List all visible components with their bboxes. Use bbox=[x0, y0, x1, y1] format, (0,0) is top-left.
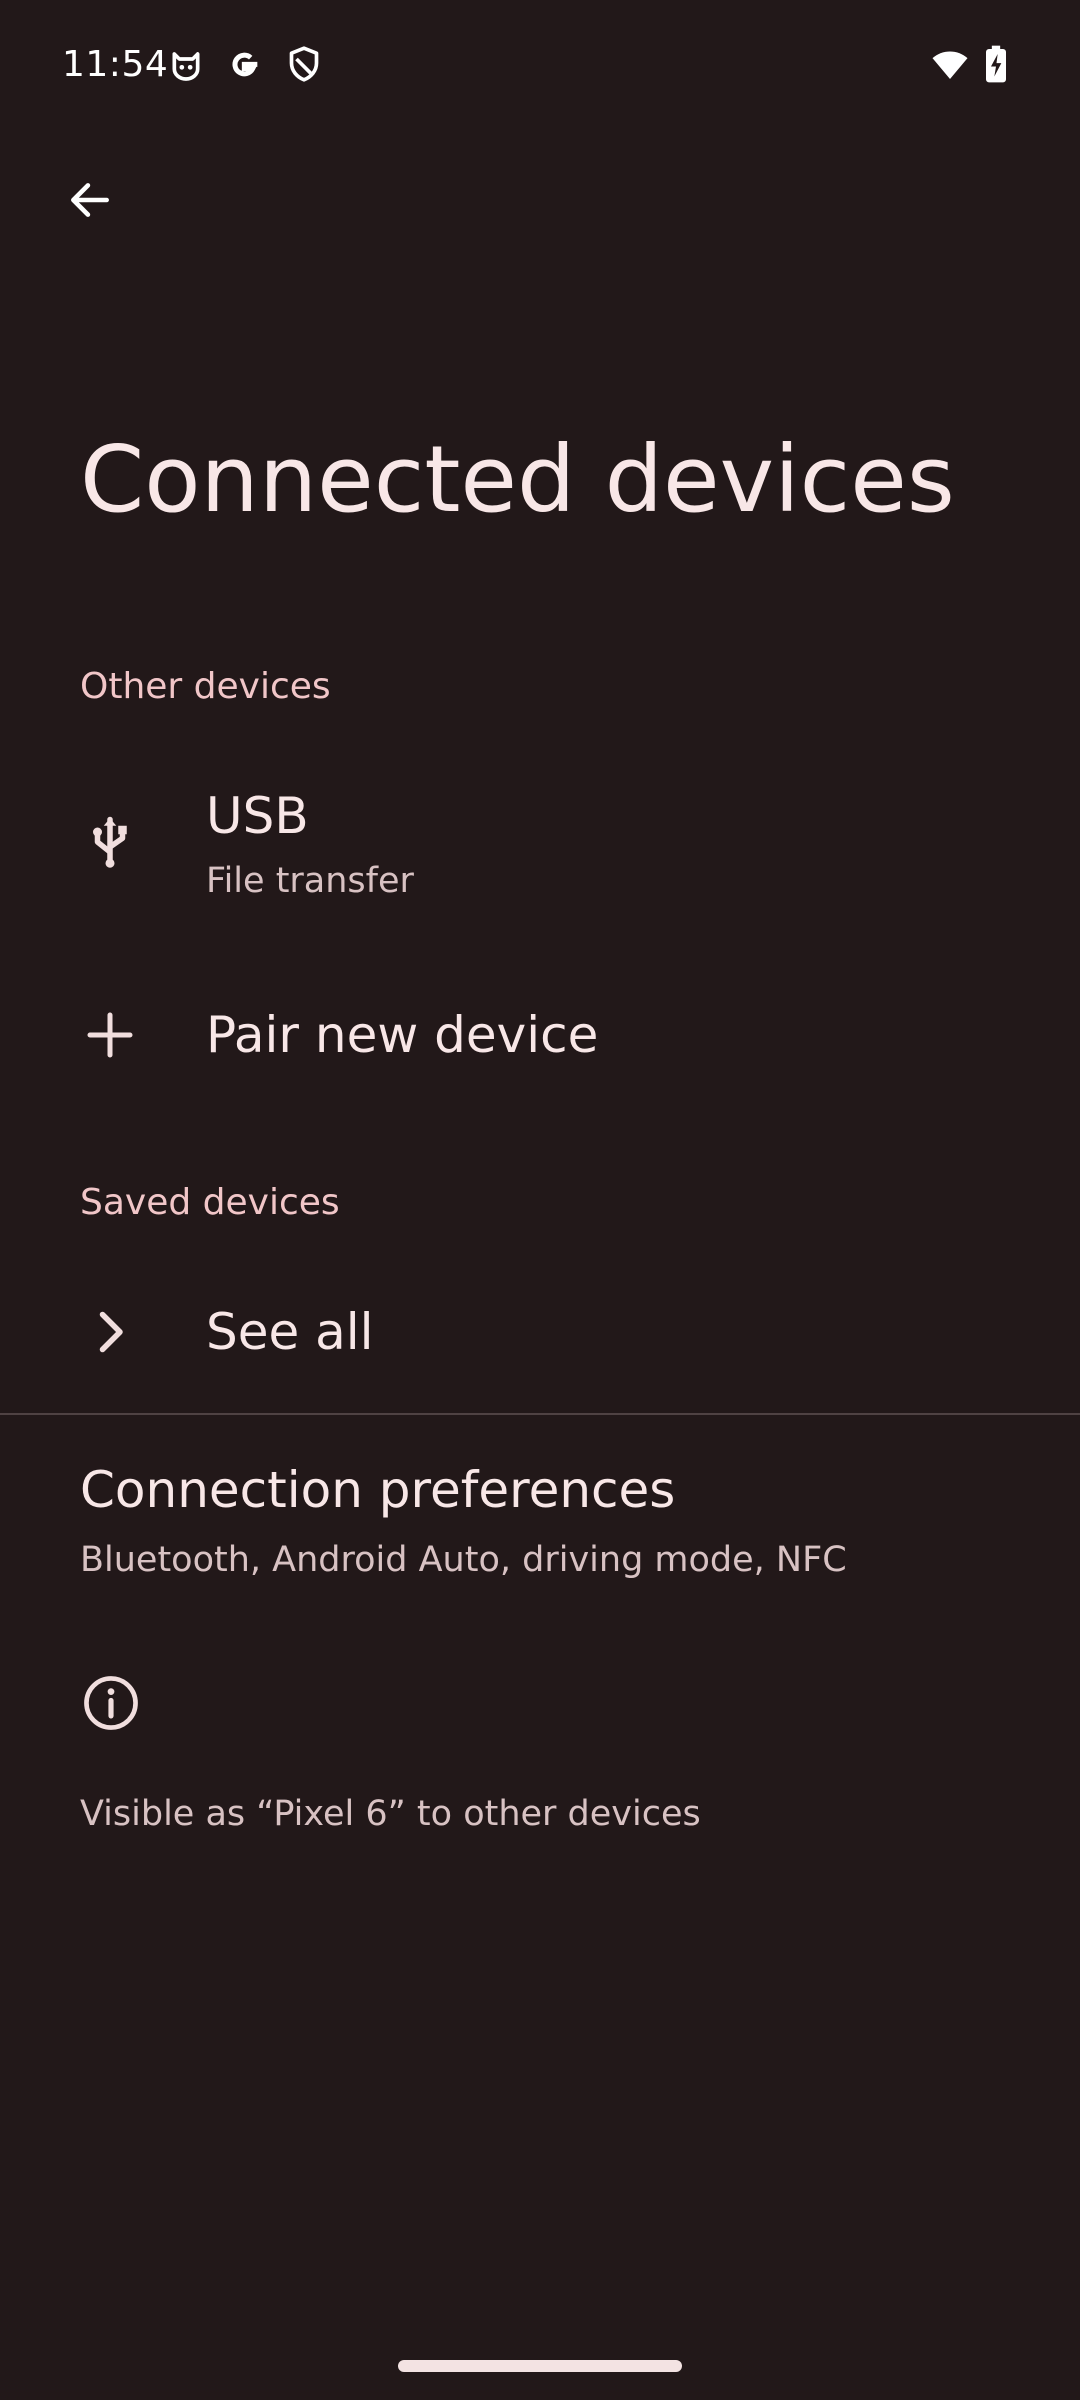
connection-preferences-summary: Bluetooth, Android Auto, driving mode, N… bbox=[80, 1540, 847, 1580]
connected-devices-screen: 11:54 Connected devices Other devices US… bbox=[0, 0, 1080, 2400]
info-icon bbox=[80, 1672, 142, 1734]
gesture-nav-handle[interactable] bbox=[398, 2360, 682, 2372]
arrow-back-icon bbox=[71, 183, 109, 217]
pair-new-device-row[interactable]: Pair new device bbox=[0, 960, 1080, 1110]
wifi-icon bbox=[928, 44, 972, 84]
see-all-row[interactable]: See all bbox=[0, 1262, 1080, 1402]
plus-icon bbox=[80, 1005, 140, 1065]
usb-title: USB bbox=[206, 787, 309, 845]
battery-charging-icon bbox=[980, 44, 1012, 84]
usb-icon bbox=[80, 812, 140, 872]
status-time: 11:54 bbox=[62, 44, 169, 85]
other-devices-header: Other devices bbox=[80, 666, 331, 707]
see-all-title: See all bbox=[206, 1303, 374, 1361]
usb-summary: File transfer bbox=[206, 861, 414, 901]
status-bar: 11:54 bbox=[0, 0, 1080, 130]
chevron-right-icon bbox=[80, 1302, 140, 1362]
connection-preferences-title[interactable]: Connection preferences bbox=[80, 1458, 675, 1522]
device-visibility-text: Visible as “Pixel 6” to other devices bbox=[80, 1794, 701, 1834]
pair-new-device-title: Pair new device bbox=[206, 1006, 599, 1064]
cat-face-icon bbox=[166, 44, 206, 84]
google-g-icon bbox=[224, 44, 264, 84]
usb-row[interactable]: USB File transfer bbox=[0, 760, 1080, 928]
saved-devices-header: Saved devices bbox=[80, 1182, 340, 1223]
shield-icon bbox=[284, 44, 324, 84]
back-button[interactable] bbox=[50, 160, 130, 240]
page-title: Connected devices bbox=[80, 426, 955, 533]
section-divider bbox=[0, 1413, 1080, 1415]
